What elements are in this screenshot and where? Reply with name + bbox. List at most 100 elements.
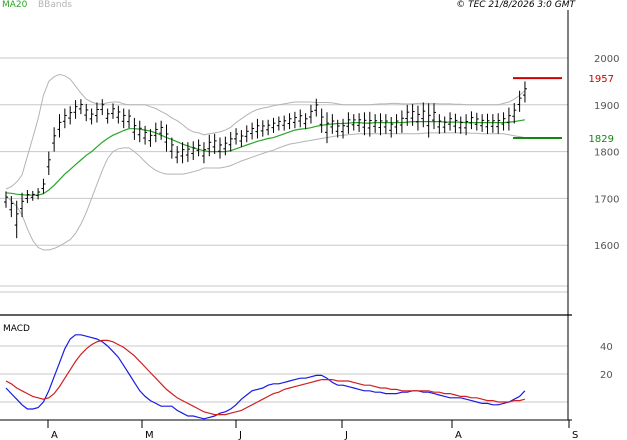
month-tick-label: M xyxy=(145,430,154,440)
level-label: 1829 xyxy=(589,134,614,145)
ohlc-bar xyxy=(335,119,340,138)
ohlc-bar xyxy=(325,112,329,144)
ohlc-bar xyxy=(367,111,372,137)
ohlc-bar xyxy=(212,133,217,154)
ohlc-bar xyxy=(196,139,201,157)
ohlc-bar xyxy=(169,137,174,159)
ohlc-bar xyxy=(46,151,51,175)
macd-tick-label: 40 xyxy=(600,342,613,353)
ohlc-bar xyxy=(25,189,30,204)
ohlc-bar xyxy=(394,114,399,134)
ohlc-bar xyxy=(506,107,511,131)
ohlc-bar xyxy=(100,99,105,116)
ohlc-bar xyxy=(271,117,276,133)
ohlc-bar xyxy=(458,116,463,134)
ohlc-bar xyxy=(62,108,67,129)
ohlc-bar xyxy=(244,125,249,143)
ohlc-bar xyxy=(464,114,469,136)
ohlc-bar xyxy=(4,191,8,208)
ohlc-bar xyxy=(52,127,57,152)
ohlc-bar xyxy=(432,103,436,130)
ohlc-bar xyxy=(308,104,313,124)
macd-title: MACD xyxy=(3,324,30,334)
ohlc-bar xyxy=(501,112,506,131)
signal-line xyxy=(5,339,526,416)
ohlc-bar xyxy=(89,108,94,125)
month-tick-label: S xyxy=(572,430,578,440)
ohlc-bar xyxy=(94,102,99,123)
ohlc-bar xyxy=(496,113,501,134)
ohlc-bar xyxy=(383,114,388,134)
price-chart: 1957 1829 2000 1900 1800 1700 1600 40 20 A M J J A S M… xyxy=(0,10,619,440)
ohlc-bar xyxy=(260,120,265,137)
ohlc-bar xyxy=(239,130,244,147)
ohlc-bar xyxy=(421,102,426,128)
ohlc-bar xyxy=(389,116,394,138)
ohlc-bar xyxy=(116,105,121,124)
ohlc-bar xyxy=(485,113,490,134)
ohlc-bar xyxy=(73,100,78,119)
bb-lower-line xyxy=(5,132,525,251)
ohlc-bar xyxy=(121,108,126,129)
ma20-layer xyxy=(5,119,526,196)
ohlc-bar xyxy=(228,131,233,152)
ohlc-bar xyxy=(127,109,132,129)
ohlc-bar xyxy=(410,103,415,126)
ohlc-bar xyxy=(218,137,222,159)
ohlc-bar xyxy=(223,136,228,156)
ohlc-bar xyxy=(448,112,453,131)
ohlc-bar xyxy=(201,142,206,164)
ohlc-bar xyxy=(314,98,319,117)
level-label: 1957 xyxy=(589,74,614,85)
macd-layer xyxy=(5,334,526,420)
ohlc-bar xyxy=(282,115,287,131)
ohlc-bar xyxy=(490,114,495,133)
ohlc-bar xyxy=(84,103,89,122)
ohlc-bar xyxy=(143,125,148,145)
ohlc-bar xyxy=(378,113,383,136)
ohlc-bar xyxy=(78,99,83,115)
ohlc-bar xyxy=(105,108,110,124)
ohlc-bar xyxy=(175,145,180,164)
ohlc-bar xyxy=(266,119,271,136)
ohlc-bar xyxy=(469,111,474,130)
ohlc-bar xyxy=(287,113,292,130)
ma20-line xyxy=(5,119,526,196)
ohlc-bar xyxy=(234,128,239,145)
ohlc-bar xyxy=(137,120,142,143)
ohlc-bar xyxy=(57,114,62,138)
ohlc-bar xyxy=(474,112,479,131)
ohlc-bar xyxy=(250,122,255,140)
ohlc-bar xyxy=(14,200,19,239)
ohlc-bar xyxy=(437,114,442,134)
price-tick-label: 1600 xyxy=(594,241,619,252)
price-tick-label: 1900 xyxy=(594,101,619,112)
month-tick-label: J xyxy=(238,430,242,440)
price-tick-label: 1700 xyxy=(594,194,619,205)
ohlc-bar xyxy=(207,134,212,157)
bb-upper-line xyxy=(5,73,526,190)
month-tick-label: A xyxy=(455,430,462,440)
ohlc-bar xyxy=(453,113,458,133)
bbands-layer xyxy=(5,73,526,251)
ohlc-bar xyxy=(30,190,35,201)
ohlc-bar xyxy=(399,110,404,133)
ohlc-bar xyxy=(111,103,115,119)
ohlc-bar xyxy=(415,105,420,131)
ohlc-bar xyxy=(362,112,367,136)
price-tick-label: 1800 xyxy=(594,148,619,159)
ohlc-bar xyxy=(319,108,324,133)
price-tick-label: 2000 xyxy=(594,54,619,65)
macd-tick-label: 20 xyxy=(600,370,613,381)
ohlc-bar xyxy=(180,142,185,164)
ohlc-bar xyxy=(191,141,196,161)
ohlc-bar xyxy=(255,118,260,139)
axis-layer: 2000 1900 1800 1700 1600 40 20 A M J J A S MACD xyxy=(0,10,619,440)
ohlc-bar xyxy=(41,178,46,194)
month-tick-label: A xyxy=(51,430,58,440)
ohlc-bar xyxy=(512,102,517,124)
ohlc-bar xyxy=(68,106,73,125)
ohlc-bar xyxy=(159,120,164,140)
macd-line xyxy=(5,334,526,420)
ohlc-bar xyxy=(36,188,41,200)
